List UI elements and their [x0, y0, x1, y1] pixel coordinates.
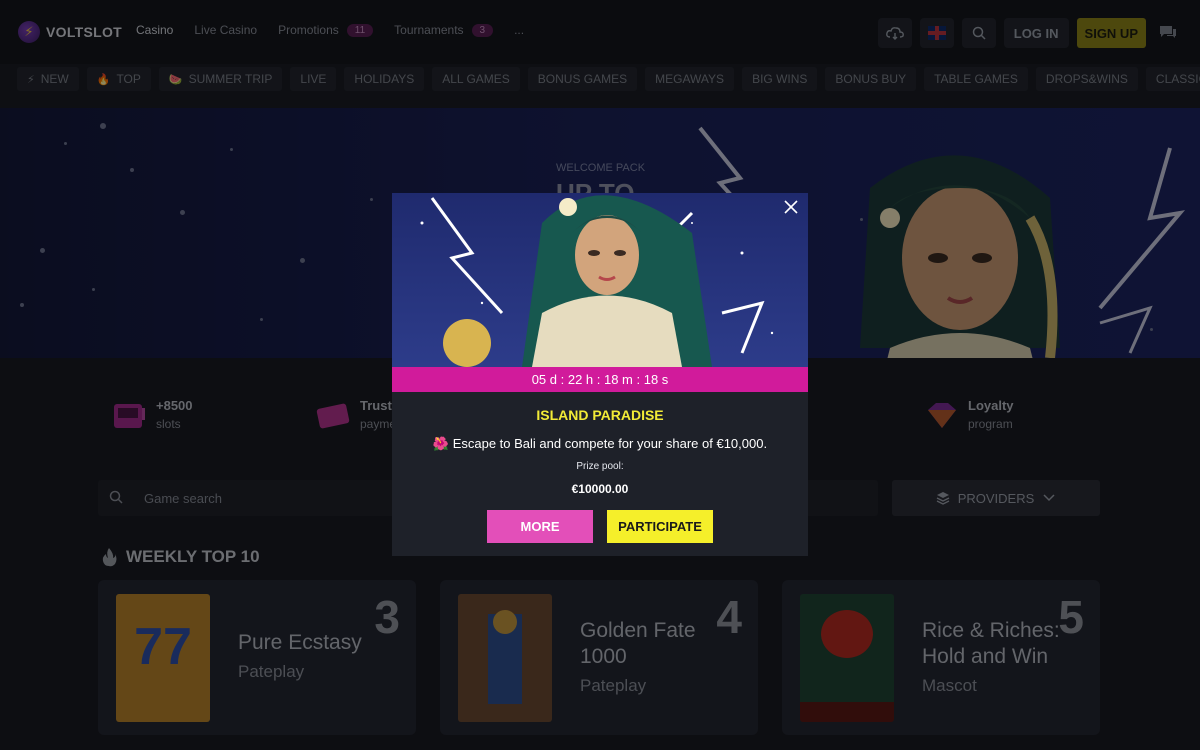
tournament-modal: 05 d : 22 h : 18 m : 18 s ISLAND PARADIS…	[392, 193, 808, 556]
tournament-description: 🌺 Escape to Bali and compete for your sh…	[432, 436, 768, 451]
tournament-banner-image	[392, 193, 808, 367]
close-icon[interactable]	[780, 197, 802, 219]
tournament-art	[420, 195, 774, 367]
prize-pool-value: €10000.00	[571, 482, 629, 496]
prize-pool-label: Prize pool:	[576, 461, 624, 472]
participate-button[interactable]: PARTICIPATE	[607, 510, 713, 543]
tournament-title: ISLAND PARADISE	[536, 407, 664, 423]
more-button[interactable]: MORE	[487, 510, 593, 543]
countdown-timer: 05 d : 22 h : 18 m : 18 s	[392, 367, 808, 392]
